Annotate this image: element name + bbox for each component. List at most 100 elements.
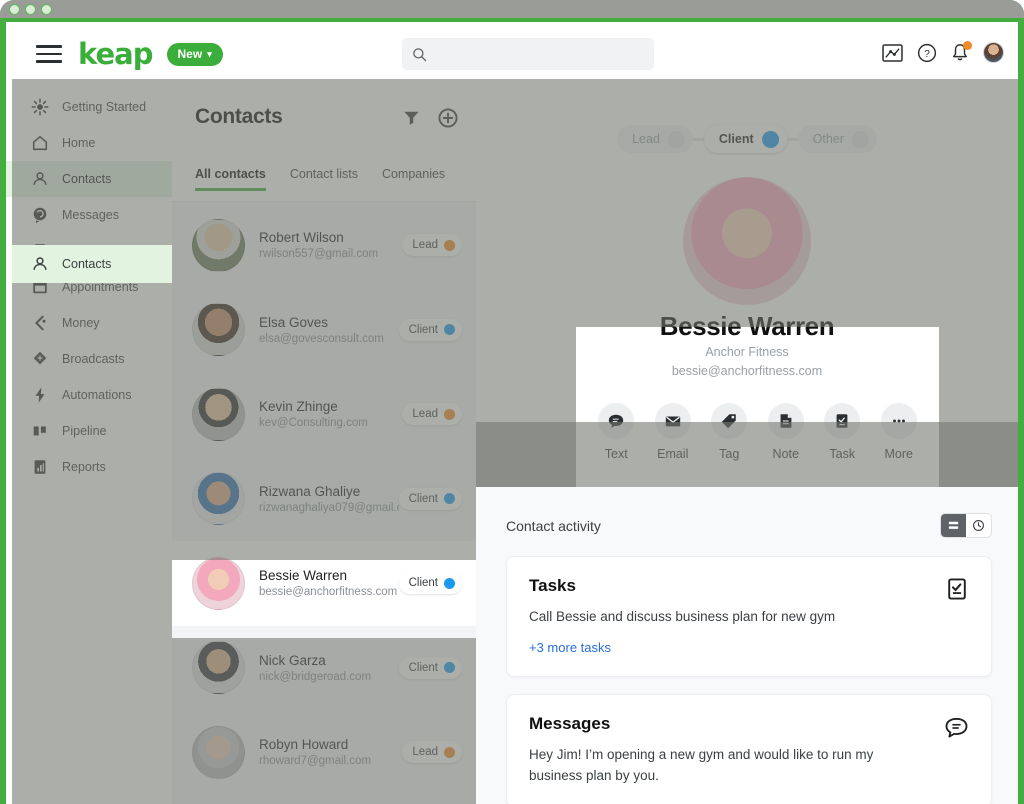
sidebar-item-messages[interactable]: Messages: [6, 197, 172, 233]
sidebar-item-getting-started[interactable]: Getting Started: [6, 89, 172, 125]
keap-logo: keap: [78, 37, 154, 71]
contact-email: rhoward7@gmail.com: [259, 755, 372, 768]
avatar[interactable]: [983, 42, 1004, 63]
sidebar-item-contacts-highlight[interactable]: Contacts: [12, 245, 172, 283]
sidebar-item-broadcasts[interactable]: Broadcasts: [6, 341, 172, 377]
status-badge: Client: [398, 318, 462, 341]
notification-badge: [963, 40, 972, 50]
notifications-icon[interactable]: [951, 40, 972, 63]
new-button[interactable]: New ▾: [166, 42, 223, 66]
contact-info: Robert Wilson rwilson557@gmail.com: [259, 230, 402, 260]
app-header: keap New ▾ ?: [20, 29, 1018, 79]
sidebar-item-contacts[interactable]: Contacts: [6, 161, 172, 197]
action-email[interactable]: Email: [654, 402, 691, 461]
list-item[interactable]: Elsa Goves elsa@govesconsult.com Client: [172, 288, 476, 373]
toggle-connector: [692, 137, 704, 141]
sidebar-item-label: Reports: [62, 460, 106, 474]
message-bubble-icon: [944, 715, 969, 745]
sidebar-item-reports[interactable]: Reports: [6, 449, 172, 485]
toggle-client-dot: [761, 130, 779, 148]
header-icon-group: ?: [882, 40, 1004, 63]
sidebar-item-pipeline[interactable]: Pipeline: [6, 413, 172, 449]
help-icon[interactable]: ?: [917, 43, 937, 63]
action-task[interactable]: Task: [824, 402, 861, 461]
contact-name: Robyn Howard: [259, 737, 349, 753]
window-close-button[interactable]: [9, 3, 20, 15]
note-icon: [767, 402, 804, 439]
window-minimize-button[interactable]: [25, 3, 36, 15]
toggle-client[interactable]: Client: [703, 125, 787, 153]
sidebar-item-automations[interactable]: Automations: [6, 377, 172, 413]
person-icon: [30, 170, 49, 189]
status-dot: [444, 493, 455, 505]
action-note[interactable]: Note: [767, 402, 804, 461]
hamburger-menu-icon[interactable]: [36, 45, 62, 63]
app-viewport: keap New ▾ ? Getting Started Home Contac…: [6, 22, 1018, 804]
list-item[interactable]: Rizwana Ghaliye rizwanaghaliya079@gmail.…: [172, 457, 476, 542]
list-item[interactable]: Robert Wilson rwilson557@gmail.com Lead: [172, 203, 476, 288]
list-view-icon[interactable]: [941, 514, 966, 537]
pipeline-board-icon: [30, 422, 49, 441]
contact-detail-panel: Lead Client Other Bessie Warren Anchor F…: [476, 79, 1018, 804]
window-maximize-button[interactable]: [41, 3, 52, 15]
contact-name: Elsa Goves: [259, 314, 329, 330]
status-badge: Lead: [402, 403, 462, 426]
activity-card-messages[interactable]: Messages Hey Jim! I’m opening a new gym …: [506, 693, 992, 804]
chat-icon: [30, 206, 49, 225]
toggle-other-dot: [851, 130, 869, 148]
status-badge-label: Lead: [412, 239, 438, 252]
contacts-list[interactable]: Robert Wilson rwilson557@gmail.com Lead …: [172, 203, 476, 804]
window-titlebar: [0, 0, 1024, 18]
action-more[interactable]: More: [880, 402, 917, 461]
action-label: More: [884, 446, 913, 461]
toggle-other[interactable]: Other: [797, 125, 877, 153]
contacts-panel-header: Contacts All contacts Contact lists Comp…: [172, 79, 476, 202]
sidebar-item-label: Money: [62, 316, 100, 330]
list-item[interactable]: Nick Garza nick@bridgeroad.com Client: [172, 626, 476, 711]
contact-info: Rizwana Ghaliye rizwanaghaliya079@gmail.…: [259, 484, 399, 514]
status-dot: [444, 746, 455, 758]
activity-card-title: Messages: [529, 713, 611, 733]
action-tag[interactable]: Tag: [711, 402, 748, 461]
search-input[interactable]: [402, 38, 654, 70]
list-item[interactable]: Robyn Howard rhoward7@gmail.com Lead: [172, 710, 476, 795]
toggle-lead-dot: [667, 130, 685, 148]
tab-contact-lists[interactable]: Contact lists: [290, 167, 358, 191]
envelope-icon: [654, 402, 691, 439]
new-button-label: New: [177, 47, 203, 61]
contact-detail-header: Lead Client Other Bessie Warren Anchor F…: [476, 79, 1018, 487]
toggle-lead[interactable]: Lead: [617, 125, 693, 153]
status-badge-label: Lead: [412, 746, 438, 759]
tab-companies[interactable]: Companies: [382, 167, 445, 191]
action-label: Tag: [719, 446, 740, 461]
add-circle-icon[interactable]: [438, 108, 458, 133]
list-item[interactable]: Kevin Zhinge kev@Consulting.com Lead: [172, 372, 476, 457]
list-item-selected[interactable]: Bessie Warren bessie@anchorfitness.com C…: [172, 541, 476, 626]
clock-view-icon[interactable]: [966, 514, 991, 537]
filter-icon[interactable]: [402, 108, 421, 133]
sidebar-item-home[interactable]: Home: [6, 125, 172, 161]
activity-card-tasks[interactable]: Tasks Call Bessie and discuss business p…: [506, 556, 992, 677]
toggle-lead-label: Lead: [632, 132, 660, 146]
tag-icon: [711, 402, 748, 439]
pipeline-icon[interactable]: [882, 43, 903, 62]
contact-info: Robyn Howard rhoward7@gmail.com: [259, 737, 402, 767]
sidebar-item-money[interactable]: Money: [6, 305, 172, 341]
more-tasks-link[interactable]: +3 more tasks: [529, 640, 611, 655]
contact-type-toggle: Lead Client Other: [617, 125, 877, 153]
status-badge: Client: [398, 487, 462, 510]
contact-info: Elsa Goves elsa@govesconsult.com: [259, 315, 399, 345]
section-title: Contact activity: [506, 517, 601, 534]
action-text[interactable]: Text: [598, 402, 635, 461]
sidebar-item-label: Contacts: [62, 172, 112, 186]
contacts-tabs: All contacts Contact lists Companies: [195, 167, 445, 191]
person-icon: [30, 255, 49, 274]
contact-name: Robert Wilson: [259, 230, 344, 246]
tab-all-contacts[interactable]: All contacts: [195, 167, 266, 191]
sidebar-item-label: Automations: [62, 388, 132, 402]
svg-text:?: ?: [924, 49, 930, 60]
contact-email: rwilson557@gmail.com: [259, 248, 379, 261]
bolt-icon: [30, 386, 49, 405]
home-icon: [30, 134, 49, 153]
contact-avatar-large: [683, 177, 811, 305]
